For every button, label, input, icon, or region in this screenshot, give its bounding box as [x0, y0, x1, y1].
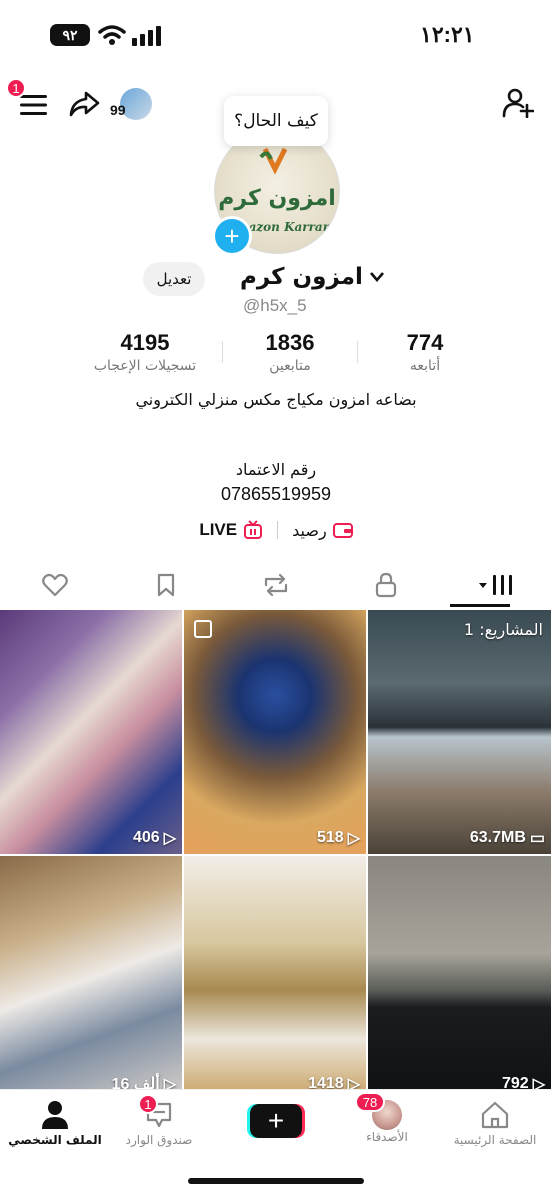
stats-divider: [357, 341, 358, 363]
edit-profile-button[interactable]: تعديل: [143, 262, 205, 296]
tab-videos[interactable]: [442, 562, 552, 608]
video-thumbnail-perfumes[interactable]: 406 ▷: [0, 610, 182, 854]
live-link[interactable]: LIVE: [199, 520, 263, 540]
home-indicator: [188, 1178, 364, 1184]
stats-divider: [222, 341, 223, 363]
active-tab-indicator: [450, 604, 510, 607]
stat-following[interactable]: 774 أتابعه: [370, 330, 480, 374]
grid-videos-icon: [478, 575, 512, 595]
profile-bio: بضاعه امزون مكياج مكس منزلي الكتروني: [135, 390, 417, 409]
lock-icon: [376, 572, 397, 598]
tab-reposts[interactable]: [221, 562, 331, 608]
tab-private[interactable]: [331, 562, 441, 608]
chevron-down-icon: [369, 272, 384, 282]
draft-size: 63.7MB ▭: [469, 829, 545, 847]
approval-label: رقم الاعتماد: [235, 460, 317, 479]
view-count: 518 ▷: [316, 829, 360, 847]
balance-link[interactable]: رصيد: [292, 521, 353, 540]
video-thumbnail-peacock[interactable]: 518 ▷: [184, 610, 366, 854]
wifi-icon: [98, 25, 126, 45]
home-icon: [481, 1101, 509, 1129]
profile-name-row[interactable]: امزون كرم: [240, 264, 385, 290]
following-label: أتابعه: [409, 358, 441, 374]
content-tabs: [0, 562, 552, 608]
drafts-label: المشاريع: 1: [463, 620, 543, 639]
inbox-badge: 1: [138, 1094, 158, 1114]
friend-count: 99: [110, 102, 126, 118]
play-icon: ▷: [347, 830, 360, 847]
heart-icon: [42, 573, 69, 597]
add-friend-icon[interactable]: [502, 88, 534, 118]
bookmark-icon: [157, 573, 174, 597]
profile-handle: @h5x_5: [243, 296, 307, 315]
battery-level: ٩٢: [62, 26, 78, 43]
balance-label: رصيد: [292, 520, 327, 540]
profile-name: امزون كرم: [240, 264, 363, 290]
battery-indicator: ٩٢: [50, 24, 90, 46]
stat-likes[interactable]: 4195 تسجيلات الإعجاب: [80, 330, 210, 374]
following-count: 774: [406, 330, 444, 355]
tab-liked[interactable]: [0, 562, 110, 608]
cellular-signal-icon: [132, 26, 161, 46]
video-thumbnail-car[interactable]: 792 ▷: [368, 856, 551, 1100]
nav-friends-label: الأصدقاء: [366, 1130, 408, 1144]
likes-count: 4195: [120, 330, 170, 355]
status-time: ١٢:٢١: [420, 22, 475, 47]
menu-badge: 1: [6, 78, 26, 98]
menu-icon[interactable]: [20, 94, 48, 116]
nav-inbox[interactable]: صندوق الوارد: [104, 1100, 214, 1147]
links-divider: [277, 521, 279, 539]
profile-links: LIVE رصيد: [0, 520, 552, 540]
nav-profile-label: الملف الشخصي: [8, 1133, 102, 1147]
multi-photo-icon: [194, 620, 212, 638]
nav-friends[interactable]: الأصدقاء: [332, 1100, 442, 1144]
play-icon: ▷: [163, 830, 176, 847]
tab-favorites[interactable]: [110, 562, 220, 608]
video-thumbnail-draft[interactable]: المشاريع: 1 63.7MB ▭: [368, 610, 551, 854]
view-count: 406 ▷: [132, 829, 176, 847]
nav-profile[interactable]: الملف الشخصي: [0, 1100, 110, 1147]
wallet-icon: [332, 523, 353, 538]
nav-inbox-label: صندوق الوارد: [125, 1133, 193, 1147]
followers-count: 1836: [265, 330, 315, 355]
approval-number: 07865519959: [220, 484, 332, 504]
repost-icon: [264, 573, 288, 597]
stats-row: 4195 تسجيلات الإعجاب 1836 متابعين 774 أت…: [80, 330, 480, 374]
stat-followers[interactable]: 1836 متابعين: [235, 330, 345, 374]
live-tv-icon: [244, 520, 263, 539]
nav-home-label: الصفحة الرئيسية: [453, 1133, 537, 1147]
approval-block: رقم الاعتماد 07865519959: [0, 458, 552, 506]
video-grid: 406 ▷ 518 ▷ المشاريع: 1 63.7MB ▭ 16 ألف ▷ 14…: [0, 610, 552, 1100]
plus-icon: +: [250, 1104, 302, 1138]
drafts-icon: ▭: [529, 830, 545, 847]
svg-text:امزون كرم: امزون كرم: [218, 186, 336, 211]
live-label: LIVE: [199, 520, 238, 539]
create-button[interactable]: +: [247, 1104, 305, 1138]
likes-label: تسجيلات الإعجاب: [93, 358, 197, 374]
friends-badge: 78: [355, 1092, 385, 1112]
video-thumbnail-gold-cups[interactable]: 1418 ▷: [184, 856, 366, 1100]
add-story-button[interactable]: +: [212, 216, 252, 256]
status-tooltip[interactable]: كيف الحال؟: [224, 96, 328, 146]
person-icon: [42, 1101, 68, 1129]
followers-label: متابعين: [269, 358, 311, 374]
video-thumbnail-dishes[interactable]: 16 ألف ▷: [0, 856, 182, 1100]
share-icon[interactable]: [68, 90, 100, 118]
nav-home[interactable]: الصفحة الرئيسية: [440, 1100, 550, 1147]
